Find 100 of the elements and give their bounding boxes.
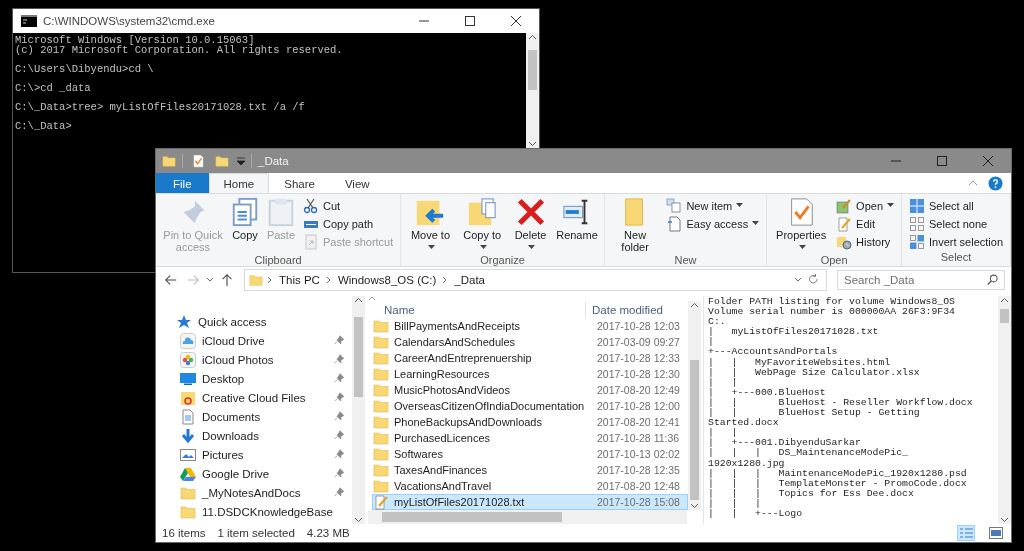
file-date: 2017-08-20 12:49 [596, 384, 680, 396]
file-row[interactable]: BillPaymentsAndReceipts 2017-10-28 12:03 [372, 318, 688, 334]
picture-icon [180, 446, 196, 463]
scroll-up-icon [528, 33, 537, 42]
caret-icon [528, 244, 536, 250]
scroll-thumb[interactable] [528, 50, 537, 90]
caret-icon [479, 244, 487, 250]
ribbon-button[interactable]: Easy access [663, 215, 763, 232]
nav-item[interactable]: Documents [156, 407, 352, 426]
flower-icon [180, 351, 196, 368]
scroll-thumb[interactable] [354, 317, 363, 397]
nav-item[interactable]: _MyNotesAndDocs [156, 483, 352, 502]
grid-outline-icon [909, 215, 925, 232]
download-arrow-icon [180, 427, 196, 444]
folder-icon [373, 334, 389, 350]
breadcrumb-item[interactable]: Windows8_OS (C:) [335, 274, 439, 286]
address-bar[interactable]: This PC Windows8_OS (C:) _Data [244, 269, 827, 291]
ribbon-button[interactable]: Open [833, 197, 897, 214]
ribbon-button[interactable]: Cut [299, 197, 397, 214]
breadcrumb-item[interactable]: This PC [277, 274, 322, 286]
file-row[interactable]: PhoneBackupsAndDownloads 2017-08-20 12:41 [372, 414, 688, 430]
checkmark-document-icon [191, 154, 205, 168]
folder-icon [162, 154, 176, 168]
nav-item[interactable]: Google Drive [156, 464, 352, 483]
dropdown-icon [237, 157, 245, 165]
ribbon-button[interactable]: Select all [906, 197, 1006, 214]
console-output: Microsoft Windows [Version 10.0.15063] (c) 2017 Microsoft Corporation. All rights reserved. C:\Users\Dibyendu>cd \ C:\>cd _data C:\_Data>tree> myListOfFiles20171028.txt /a /f C:\_Data> [14, 33, 344, 135]
ribbon-tab[interactable]: View [329, 173, 385, 193]
ribbon-button[interactable]: Move to [405, 196, 456, 254]
folder-icon [373, 430, 389, 446]
breadcrumb-item[interactable]: _Data [452, 274, 487, 286]
pushpin-icon [334, 372, 346, 385]
group-label: Organize [479, 254, 526, 266]
scroll-up-icon [354, 296, 363, 305]
ribbon-button[interactable]: Copy [227, 196, 262, 242]
large-icons-view-button[interactable] [987, 525, 1005, 541]
column-header[interactable]: Date modified [586, 303, 665, 316]
list-icon [959, 527, 973, 539]
ribbon-button[interactable]: History [833, 233, 897, 250]
nav-item[interactable]: iCloud Photos [156, 350, 352, 369]
vertical-scrollbar[interactable] [352, 296, 365, 524]
ribbon-button[interactable]: Properties [771, 196, 832, 254]
vertical-scrollbar[interactable] [998, 296, 1011, 524]
folder-icon [215, 154, 229, 168]
file-row[interactable]: LearningResources 2017-10-28 12:30 [372, 366, 688, 382]
ribbon-button[interactable]: New item [663, 197, 763, 214]
vertical-scrollbar[interactable] [526, 33, 539, 148]
caret-icon [794, 277, 802, 283]
nav-item[interactable]: Pictures [156, 445, 352, 464]
nav-item[interactable]: 11.DSDCKnowledgeBase [156, 502, 352, 521]
ribbon-tab[interactable]: File [156, 173, 209, 193]
folder-icon [373, 350, 389, 366]
file-date: 2017-10-28 12:33 [596, 352, 680, 364]
ribbon-button[interactable]: Rename [554, 196, 600, 242]
file-row[interactable]: CareerAndEntreprenuership 2017-10-28 12:33 [372, 350, 688, 366]
file-row[interactable]: CalendarsAndSchedules 2017-03-09 09:27 [372, 334, 688, 350]
file-row[interactable]: TaxesAndFinances 2017-10-28 12:35 [372, 462, 688, 478]
grid-mixed-icon [909, 233, 925, 250]
file-name: PurchasedLicences [394, 432, 490, 444]
ribbon-button[interactable]: Copy to [457, 196, 507, 254]
column-header[interactable]: Name [368, 301, 586, 318]
back-arrow-icon [164, 273, 178, 287]
file-row[interactable]: PurchasedLicences 2017-10-28 11:36 [372, 430, 688, 446]
ribbon-button[interactable]: New folder [608, 196, 662, 254]
ribbon-button[interactable]: Invert selection [906, 233, 1006, 250]
scroll-thumb[interactable] [382, 512, 562, 522]
ribbon-button[interactable]: Delete [508, 196, 553, 254]
pushpin-icon [334, 334, 346, 347]
pencil-document-icon [373, 494, 389, 510]
nav-item[interactable]: Quick access [156, 312, 352, 331]
ribbon-tab[interactable]: Home [208, 173, 270, 193]
ribbon-button[interactable]: Copy path [299, 215, 397, 232]
horizontal-scrollbar[interactable] [368, 510, 687, 524]
item-count: 16 items [162, 527, 206, 539]
file-row[interactable]: myListOfFiles20171028.txt 2017-10-28 15:08 [372, 494, 688, 510]
grid-icon [909, 197, 925, 214]
forward-arrow-icon [186, 273, 200, 287]
nav-item[interactable]: Creative Cloud Files [156, 388, 352, 407]
file-row[interactable]: OverseasCitizenOfIndiaDocumentation 2017-10-28 12:00 [372, 398, 688, 414]
search-field[interactable]: Search _Data [837, 270, 1005, 290]
pushpin-icon [334, 429, 346, 442]
pushpin-icon [334, 486, 346, 499]
caret-icon [206, 277, 214, 283]
file-row[interactable]: Softwares 2017-10-13 02:02 [372, 446, 688, 462]
nav-item[interactable]: Desktop [156, 369, 352, 388]
help-icon [988, 175, 1003, 191]
file-name: OverseasCitizenOfIndiaDocumentation [394, 400, 585, 412]
nav-item[interactable]: iCloud Drive [156, 331, 352, 350]
details-view-button[interactable] [957, 525, 975, 541]
nav-item[interactable]: Downloads [156, 426, 352, 445]
console-icon [21, 15, 37, 27]
scroll-thumb[interactable] [690, 360, 699, 500]
cloud-icon [180, 332, 196, 349]
file-row[interactable]: MusicPhotosAndVideos 2017-08-20 12:49 [372, 382, 688, 398]
ribbon-button[interactable]: Select none [906, 215, 1006, 232]
vertical-scrollbar[interactable] [688, 301, 701, 510]
ribbon-button[interactable]: Edit [833, 215, 897, 232]
ribbon-tab[interactable]: Share [269, 173, 330, 193]
file-row[interactable]: VacationsAndTravel 2017-08-20 12:48 [372, 478, 688, 494]
scroll-thumb[interactable] [1000, 309, 1009, 323]
